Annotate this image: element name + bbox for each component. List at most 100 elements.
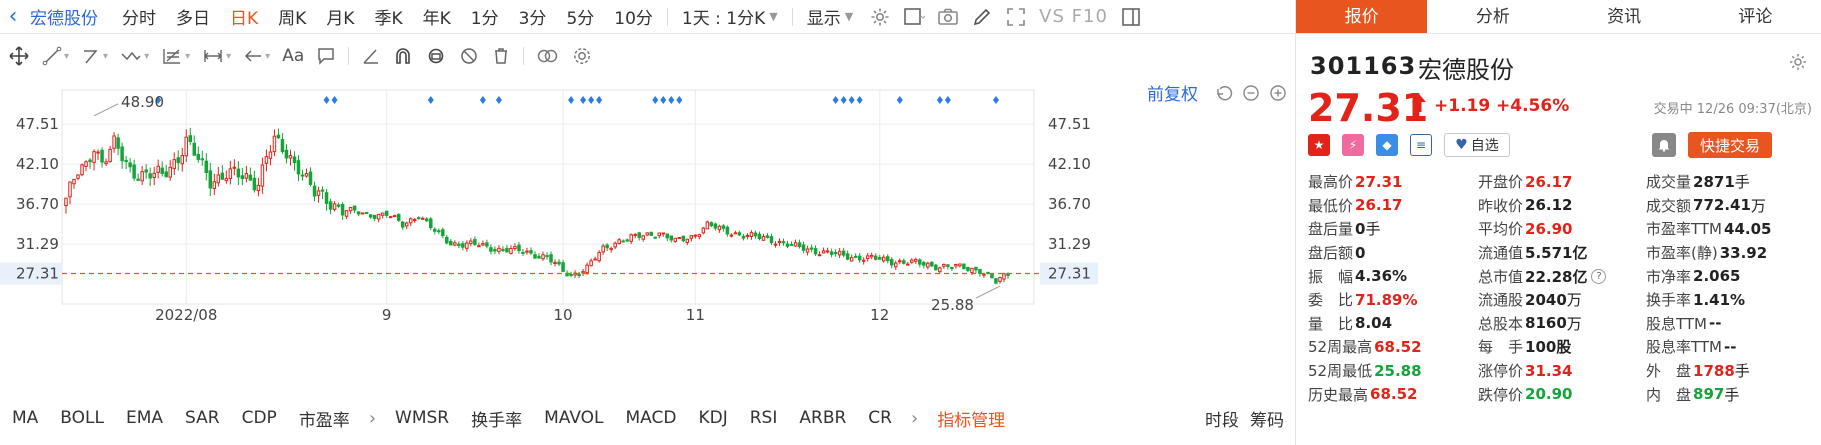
- candle: [697, 233, 702, 240]
- move-arrows-icon[interactable]: [8, 38, 30, 74]
- candle-body: [465, 242, 469, 249]
- indicator-ema[interactable]: EMA: [115, 408, 174, 428]
- candle: [509, 245, 513, 255]
- event-marker: [596, 96, 603, 104]
- tab-10min[interactable]: 10分: [604, 4, 663, 29]
- stat-cell: 总股本 8160 万: [1468, 313, 1640, 334]
- tab-daily-k[interactable]: 日K: [220, 4, 268, 29]
- undo-icon[interactable]: [1217, 85, 1233, 101]
- tab-multiday[interactable]: 多日: [166, 4, 220, 29]
- candle: [597, 250, 601, 263]
- candle: [505, 245, 509, 253]
- stats-row: 委 比 71.89% 流通股 2040 万换手率 1.41%: [1296, 288, 1821, 312]
- session-button[interactable]: 时段: [1194, 406, 1250, 431]
- candle-body: [396, 213, 401, 221]
- indicator-macd[interactable]: MACD: [615, 408, 688, 428]
- vs-f10-button[interactable]: VS F10: [1033, 6, 1114, 27]
- tab-weekly-k[interactable]: 周K: [268, 4, 316, 29]
- indicator-sar[interactable]: SAR: [174, 408, 231, 428]
- line-tool-icon[interactable]: ▾: [42, 38, 69, 74]
- indicator-rsi[interactable]: RSI: [739, 408, 789, 428]
- gear-icon[interactable]: [1788, 52, 1808, 76]
- trash-icon[interactable]: [491, 38, 511, 74]
- add-watchlist-button[interactable]: ♥ 自选: [1444, 133, 1510, 157]
- tag-icon[interactable]: ◆: [1376, 134, 1398, 156]
- indicator-cr[interactable]: CR: [857, 408, 903, 428]
- help-icon[interactable]: ?: [1591, 268, 1607, 284]
- document-icon[interactable]: ≡: [1410, 134, 1432, 156]
- stat-value: 0: [1355, 243, 1366, 262]
- display-select[interactable]: 显示 ▼: [797, 4, 863, 29]
- margin-trading-icon[interactable]: ⚡: [1342, 134, 1364, 156]
- event-marker: [660, 96, 667, 104]
- camera-icon[interactable]: [931, 0, 965, 34]
- text-tool[interactable]: Aa: [282, 38, 304, 74]
- indicator-kdj[interactable]: KDJ: [687, 408, 738, 428]
- stock-name-tab[interactable]: 宏德股份: [24, 4, 112, 29]
- candle-body: [914, 259, 918, 262]
- measure-tool-icon[interactable]: ▾: [202, 38, 231, 74]
- stat-value: 8160: [1525, 314, 1567, 333]
- candle-body: [176, 157, 180, 163]
- magnet-icon[interactable]: [393, 38, 413, 74]
- stats-row: 量 比 8.04 总股本 8160 万股息TTM --: [1296, 312, 1821, 336]
- stat-label: 最高价: [1308, 173, 1354, 192]
- fullscreen-icon[interactable]: [999, 0, 1033, 34]
- y-tick-right: 42.10: [1048, 155, 1091, 173]
- indicator-ma[interactable]: MA: [0, 408, 49, 428]
- candle-body: [100, 149, 104, 163]
- candle: [184, 129, 188, 163]
- indicator-cdp[interactable]: CDP: [231, 408, 288, 428]
- candle: [873, 253, 878, 261]
- polyline-tool-icon[interactable]: ▾: [81, 38, 108, 74]
- period-select[interactable]: 1天 : 1分K ▼: [672, 4, 788, 29]
- candle-body: [645, 232, 649, 236]
- chevron-right-icon[interactable]: ›: [903, 408, 926, 429]
- square-select-icon[interactable]: [897, 0, 931, 34]
- hide-icon[interactable]: [459, 38, 479, 74]
- tab-3min[interactable]: 3分: [509, 4, 557, 29]
- bell-icon[interactable]: [1652, 133, 1676, 157]
- tab-monthly-k[interactable]: 月K: [316, 4, 364, 29]
- tab-5min[interactable]: 5分: [556, 4, 604, 29]
- tab-quarterly-k[interactable]: 季K: [364, 4, 412, 29]
- indicator-turnover[interactable]: 换手率: [460, 406, 533, 431]
- indicator-wmsr[interactable]: WMSR: [384, 408, 460, 428]
- pencil-icon[interactable]: [965, 0, 999, 34]
- tab-1min[interactable]: 1分: [461, 4, 509, 29]
- fib-tool-icon[interactable]: ▾: [161, 38, 190, 74]
- tab-intraday[interactable]: 分时: [112, 4, 166, 29]
- indicator-pe[interactable]: 市盈率: [288, 406, 361, 431]
- back-icon[interactable]: ‹: [2, 4, 24, 29]
- indicator-arbr[interactable]: ARBR: [788, 408, 857, 428]
- quick-trade-button[interactable]: 快捷交易: [1688, 132, 1772, 158]
- indicator-boll[interactable]: BOLL: [49, 408, 115, 428]
- adjust-label[interactable]: 前复权: [1147, 85, 1198, 105]
- stat-cell: 振 幅 4.36%: [1296, 266, 1468, 287]
- candle-body: [873, 255, 878, 260]
- indicator-mavol[interactable]: MAVOL: [533, 408, 614, 428]
- panel-toggle-icon[interactable]: [1114, 0, 1148, 34]
- tab-yearly-k[interactable]: 年K: [413, 4, 461, 29]
- compare-icon[interactable]: [536, 38, 560, 74]
- chevron-right-icon[interactable]: ›: [361, 408, 384, 429]
- comment-icon[interactable]: [316, 38, 336, 74]
- arrow-tool-icon[interactable]: ▾: [243, 38, 270, 74]
- candle: [104, 158, 108, 166]
- candle-body: [429, 218, 433, 229]
- chips-button[interactable]: 筹码: [1250, 406, 1295, 431]
- lock-cycle-icon[interactable]: [425, 38, 447, 74]
- zoom-out-icon[interactable]: [1243, 85, 1259, 101]
- settings-gear-icon[interactable]: [863, 0, 897, 34]
- angle-tool-icon[interactable]: [361, 38, 381, 74]
- toolbar-settings-icon[interactable]: [572, 38, 592, 74]
- indicator-manage-button[interactable]: 指标管理: [926, 406, 1016, 431]
- candle: [950, 266, 954, 272]
- stat-label: 52周最低: [1308, 362, 1373, 381]
- wave-tool-icon[interactable]: ▾: [120, 38, 149, 74]
- candle-body: [188, 135, 193, 143]
- candle: [64, 197, 68, 214]
- candle-body: [84, 161, 88, 167]
- kline-chart[interactable]: 47.51 47.51 42.10 42.10 36.70 36.70 31.29 31.29…: [0, 80, 1295, 392]
- zoom-in-icon[interactable]: [1270, 85, 1286, 101]
